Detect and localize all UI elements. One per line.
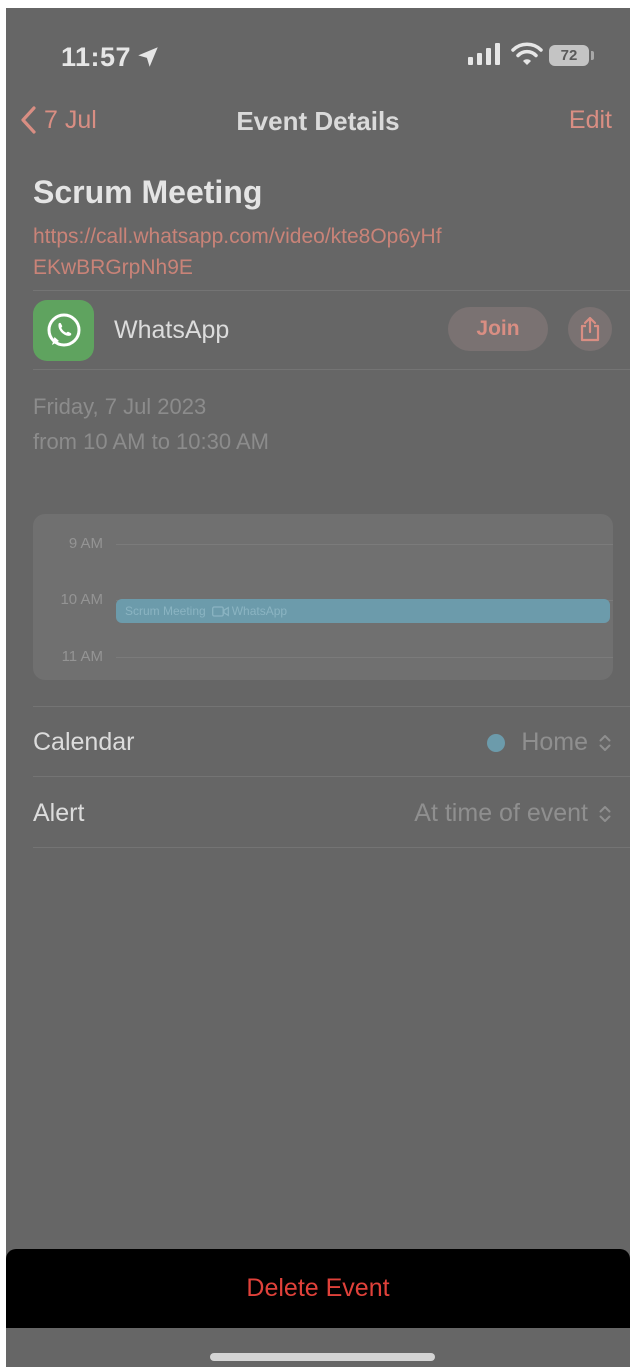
day-timeline[interactable]: 9 AM 10 AM 11 AM Scrum Meeting WhatsApp — [33, 514, 613, 680]
calendar-color-dot — [487, 733, 506, 752]
hour-label: 9 AM — [68, 535, 103, 552]
hour-label: 11 AM — [61, 648, 103, 665]
calendar-label: Calendar — [33, 728, 135, 756]
edit-button[interactable]: Edit — [569, 106, 612, 135]
event-url-link[interactable]: https://call.whatsapp.com/video/kte8Op6y… — [33, 221, 453, 283]
join-button[interactable]: Join — [448, 307, 548, 351]
divider — [33, 369, 630, 370]
alert-picker[interactable]: At time of event — [414, 799, 612, 828]
hour-line — [116, 544, 613, 545]
video-camera-icon — [211, 606, 229, 617]
hour-label: 10 AM — [60, 591, 103, 608]
divider — [33, 847, 630, 848]
share-icon — [580, 316, 600, 342]
alert-value: At time of event — [414, 799, 588, 827]
divider — [33, 706, 630, 707]
delete-event-button[interactable]: Delete Event — [6, 1249, 630, 1328]
timeline-event-block[interactable]: Scrum Meeting WhatsApp — [116, 599, 610, 623]
divider — [33, 290, 630, 291]
divider — [33, 776, 630, 777]
event-details-screen: 11:57 72 7 Jul Event Details Edit Scrum … — [6, 8, 630, 1367]
event-time-range: from 10 AM to 10:30 AM — [33, 429, 270, 454]
home-indicator[interactable] — [210, 1353, 435, 1361]
alert-label: Alert — [33, 799, 85, 827]
battery-cap — [591, 51, 594, 60]
timeline-event-app: WhatsApp — [231, 604, 288, 618]
calendar-picker[interactable]: Home — [487, 728, 612, 757]
location-arrow-icon — [138, 47, 158, 67]
wifi-icon — [511, 42, 543, 65]
whatsapp-app-icon — [33, 300, 94, 361]
video-call-app-name: WhatsApp — [114, 316, 230, 344]
battery-icon: 72 — [549, 45, 589, 66]
chevron-up-down-icon — [599, 734, 611, 751]
whatsapp-icon — [47, 313, 80, 346]
share-button[interactable] — [568, 307, 612, 351]
hour-line — [116, 657, 613, 658]
chevron-up-down-icon — [599, 805, 611, 822]
event-title: Scrum Meeting — [33, 174, 263, 210]
signal-icon — [468, 43, 500, 65]
delete-event-label: Delete Event — [246, 1274, 390, 1302]
page-title: Event Details — [236, 106, 400, 136]
status-time: 11:57 — [61, 42, 132, 72]
event-date: Friday, 7 Jul 2023 — [33, 394, 207, 419]
calendar-value: Home — [521, 728, 588, 756]
timeline-event-title: Scrum Meeting — [125, 604, 206, 618]
